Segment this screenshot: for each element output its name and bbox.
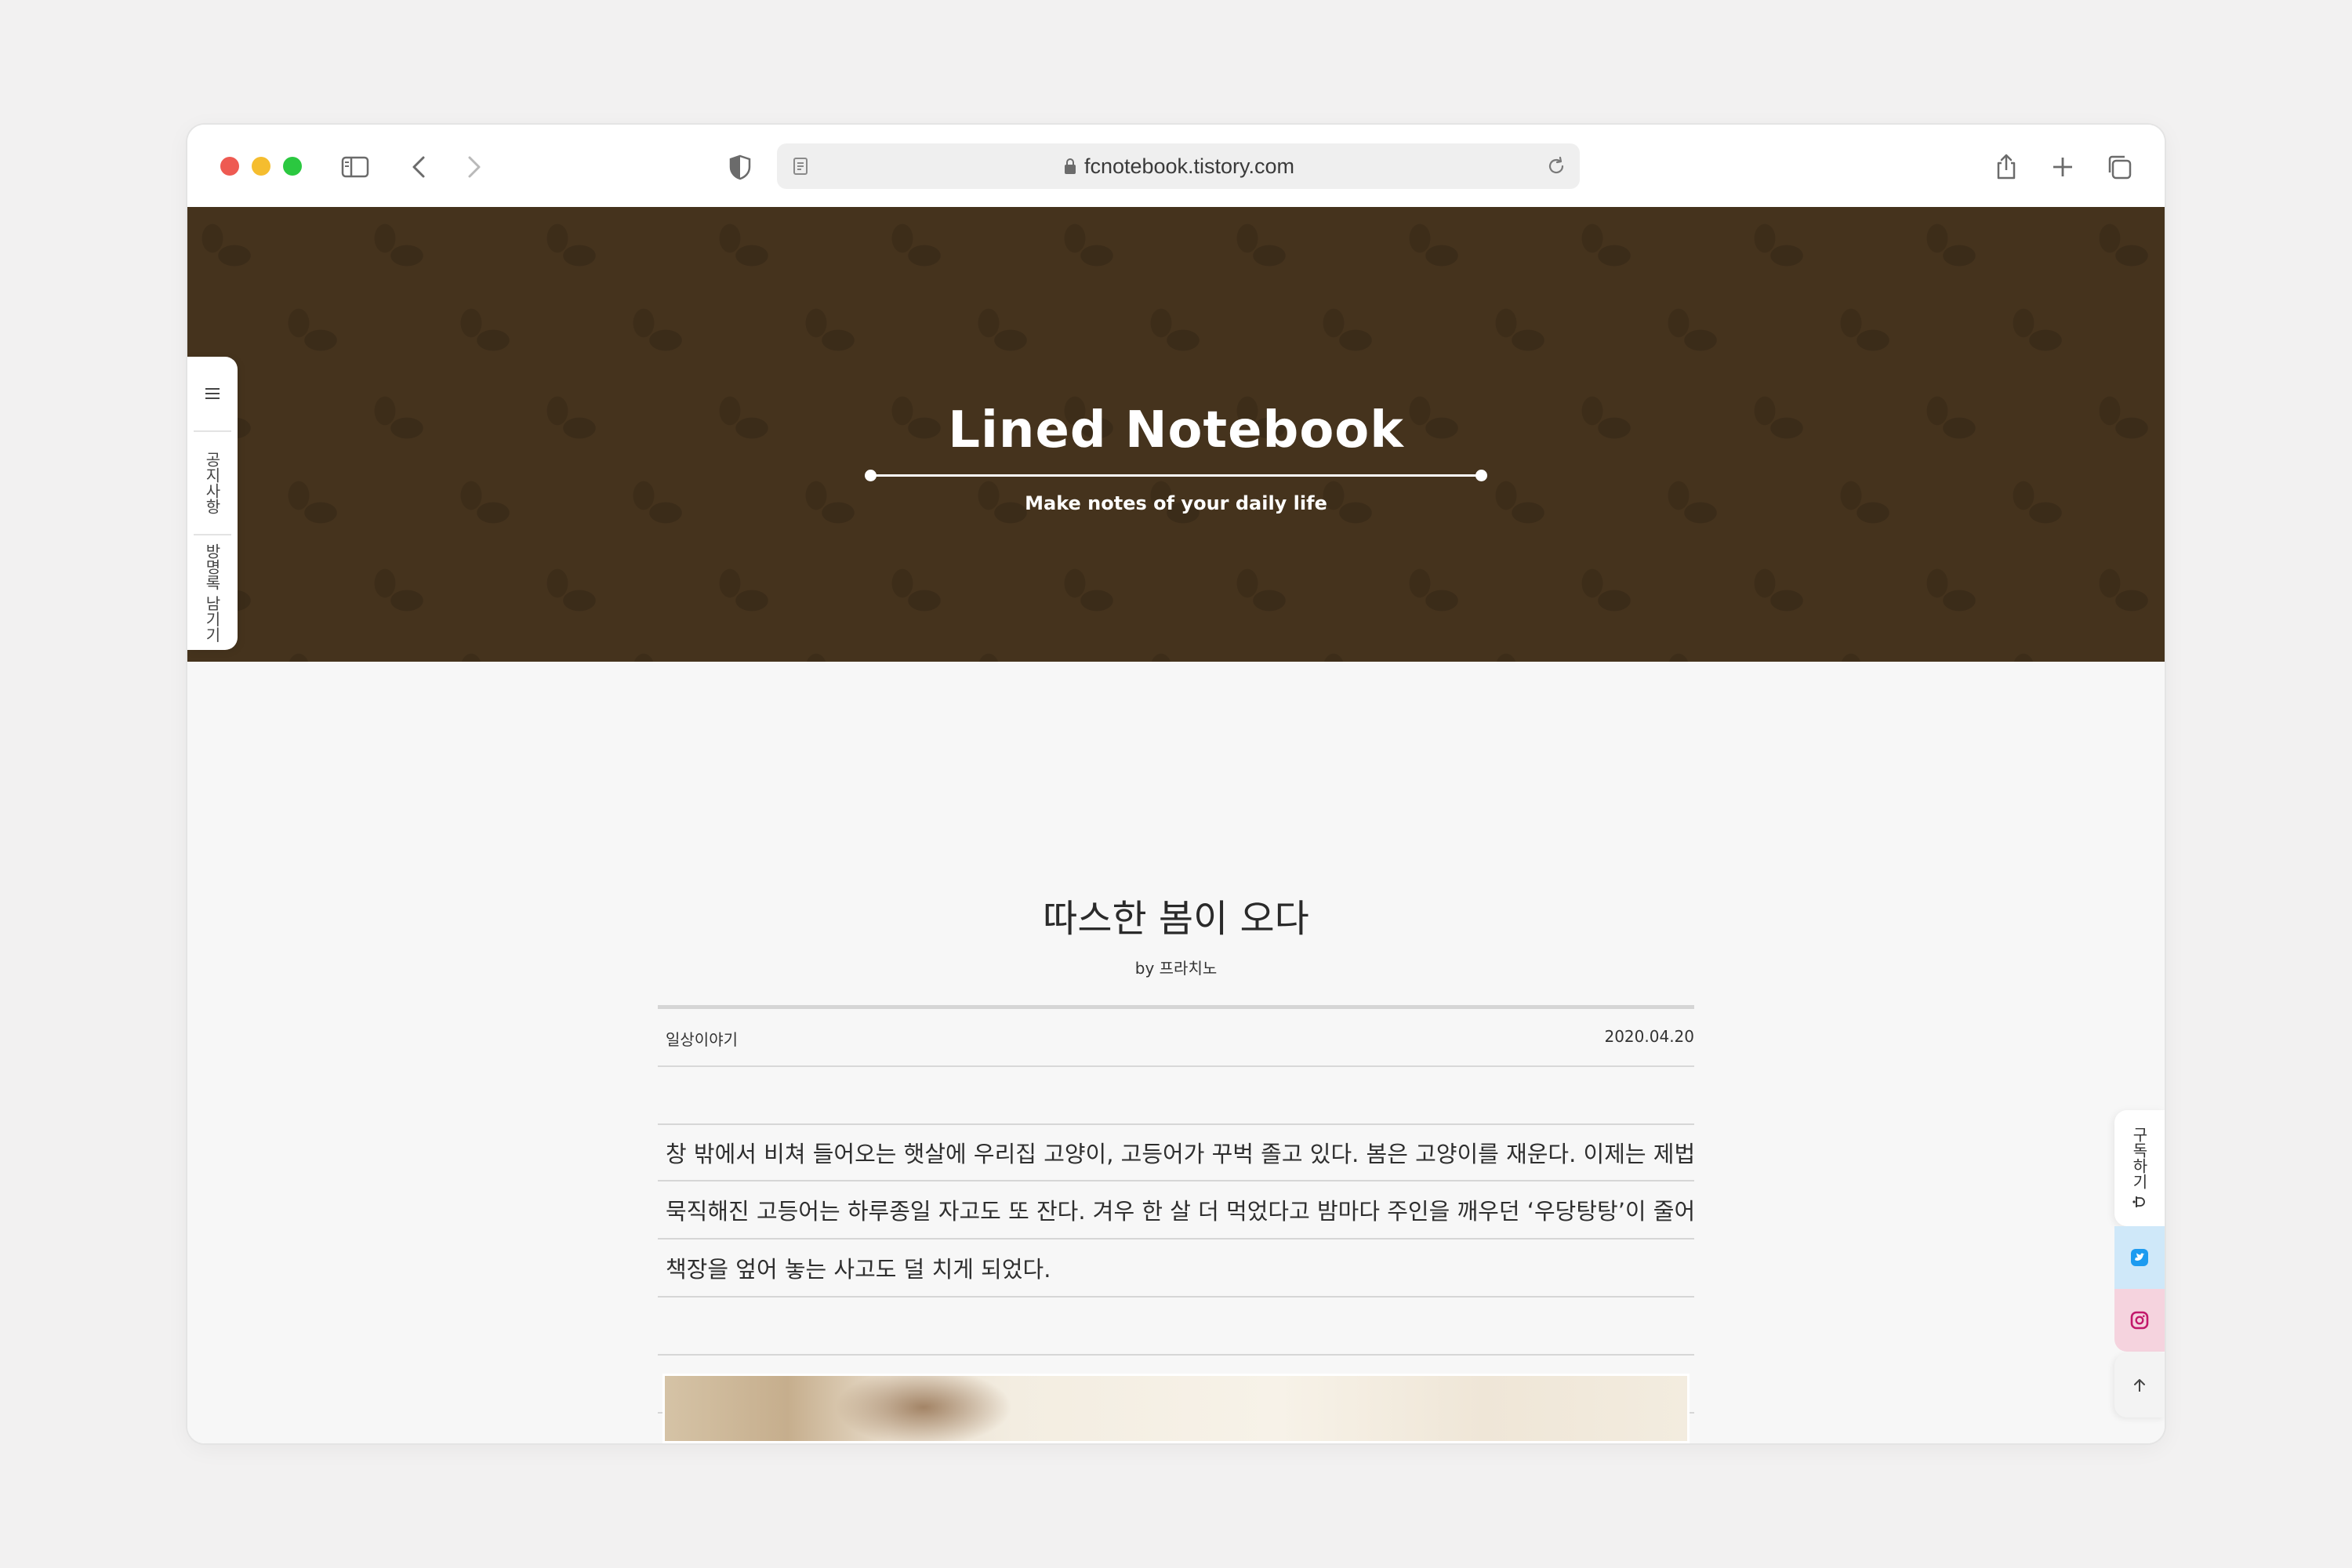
bell-icon [2132, 1196, 2145, 1207]
post-content-area: 따스한 봄이 오다 by 프라치노 일상이야기 2020.04.20 창 밖에서… [187, 662, 2165, 1443]
maximize-window-button[interactable] [283, 157, 302, 176]
share-icon[interactable] [1991, 151, 2022, 183]
url-display: fcnotebook.tistory.com [777, 143, 1580, 189]
lock-icon [1062, 157, 1078, 176]
underline-dot-left [865, 470, 877, 481]
post-author: by 프라치노 [1134, 959, 1218, 978]
meta-divider-top [658, 1005, 1694, 1009]
privacy-shield-icon[interactable] [724, 151, 756, 183]
instagram-icon [2130, 1311, 2149, 1330]
minimize-window-button[interactable] [252, 157, 270, 176]
browser-window: fcnotebook.tistory.com Lined Notebook Ma… [187, 125, 2165, 1443]
guestbook-tab[interactable]: 방명록 남기기 [187, 535, 238, 650]
close-window-button[interactable] [220, 157, 239, 176]
post-body-line: 책장을 엎어 놓는 사고도 덜 치게 되었다. [658, 1240, 1694, 1298]
post-body-line [658, 1298, 1694, 1356]
scroll-to-top-button[interactable] [2114, 1353, 2165, 1417]
sidebar-toggle-icon[interactable] [339, 151, 371, 183]
post-title: 따스한 봄이 오다 [1043, 897, 1309, 941]
guestbook-tab-label: 방명록 남기기 [202, 543, 222, 643]
notice-tab-label: 공지사항 [202, 452, 222, 514]
subscribe-label: 구독하기 [2129, 1127, 2149, 1189]
menu-hamburger-icon[interactable] [187, 357, 238, 430]
blog-subtitle: Make notes of your daily life [1025, 492, 1327, 514]
post-date: 2020.04.20 [1604, 1027, 1694, 1046]
reload-icon[interactable] [1545, 155, 1567, 177]
post-category-link[interactable]: 일상이야기 [666, 1027, 738, 1050]
post-body-line: 묵직해진 고등어는 하루종일 자고도 또 잔다. 겨우 한 살 더 먹었다고 밤… [658, 1181, 1694, 1240]
post-photo[interactable] [662, 1374, 1690, 1443]
arrow-up-icon [2134, 1379, 2145, 1392]
twitter-icon [2131, 1249, 2148, 1266]
post-body-line: 창 밖에서 비쳐 들어오는 햇살에 우리집 고양이, 고등어가 꾸벅 졸고 있다… [658, 1123, 1694, 1181]
address-bar[interactable]: fcnotebook.tistory.com [777, 143, 1580, 189]
blog-header-banner: Lined Notebook Make notes of your daily … [187, 207, 2165, 662]
back-arrow-icon[interactable] [404, 151, 435, 183]
new-tab-plus-icon[interactable] [2047, 151, 2078, 183]
tab-overview-icon[interactable] [2103, 151, 2135, 183]
title-underline [869, 474, 1481, 477]
url-text: fcnotebook.tistory.com [1083, 154, 1295, 178]
forward-arrow-icon[interactable] [458, 151, 489, 183]
instagram-share-button[interactable] [2114, 1289, 2165, 1352]
meta-divider-bottom [658, 1065, 1694, 1067]
subscribe-button[interactable]: 구독하기 [2114, 1110, 2165, 1226]
twitter-share-button[interactable] [2114, 1226, 2165, 1289]
left-side-tabs: 공지사항 방명록 남기기 [187, 357, 238, 650]
browser-toolbar: fcnotebook.tistory.com [187, 125, 2165, 207]
notice-tab[interactable]: 공지사항 [187, 432, 238, 534]
blog-title[interactable]: Lined Notebook [187, 401, 2165, 459]
underline-dot-right [1475, 470, 1487, 481]
